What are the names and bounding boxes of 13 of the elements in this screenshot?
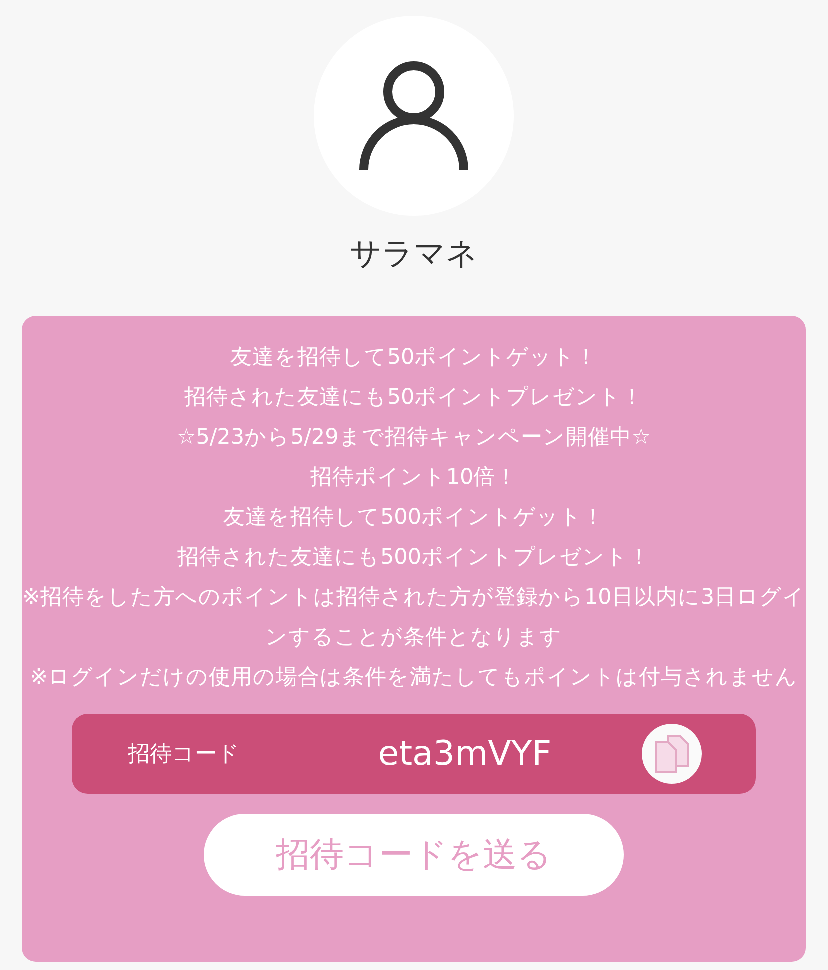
code-label: 招待コード <box>128 741 241 769</box>
copy-icon <box>654 734 690 774</box>
invite-message: 友達を招待して50ポイントゲット！ <box>229 344 599 372</box>
invite-message: ☆5/23から5/29まで招待キャンペーン開催中☆ <box>176 424 652 452</box>
invite-message: ※招待をした方へのポイントは招待された方が登録から10日以内に3日ログインすることが条件となります <box>22 584 806 652</box>
user-name: サラマネ <box>350 235 478 274</box>
send-code-button[interactable]: 招待コードを送る <box>204 814 624 896</box>
invite-code: eta3mVYF <box>377 734 553 774</box>
invite-message: ※ログインだけの使用の場合は条件を満たしてもポイントは付与されません <box>28 664 799 692</box>
invite-message: 招待ポイント10倍！ <box>309 464 519 492</box>
invite-message: 招待された友達にも500ポイントプレゼント！ <box>176 544 652 572</box>
invite-message: 招待された友達にも50ポイントプレゼント！ <box>183 384 645 412</box>
invite-message: 友達を招待して500ポイントゲット！ <box>222 504 606 532</box>
